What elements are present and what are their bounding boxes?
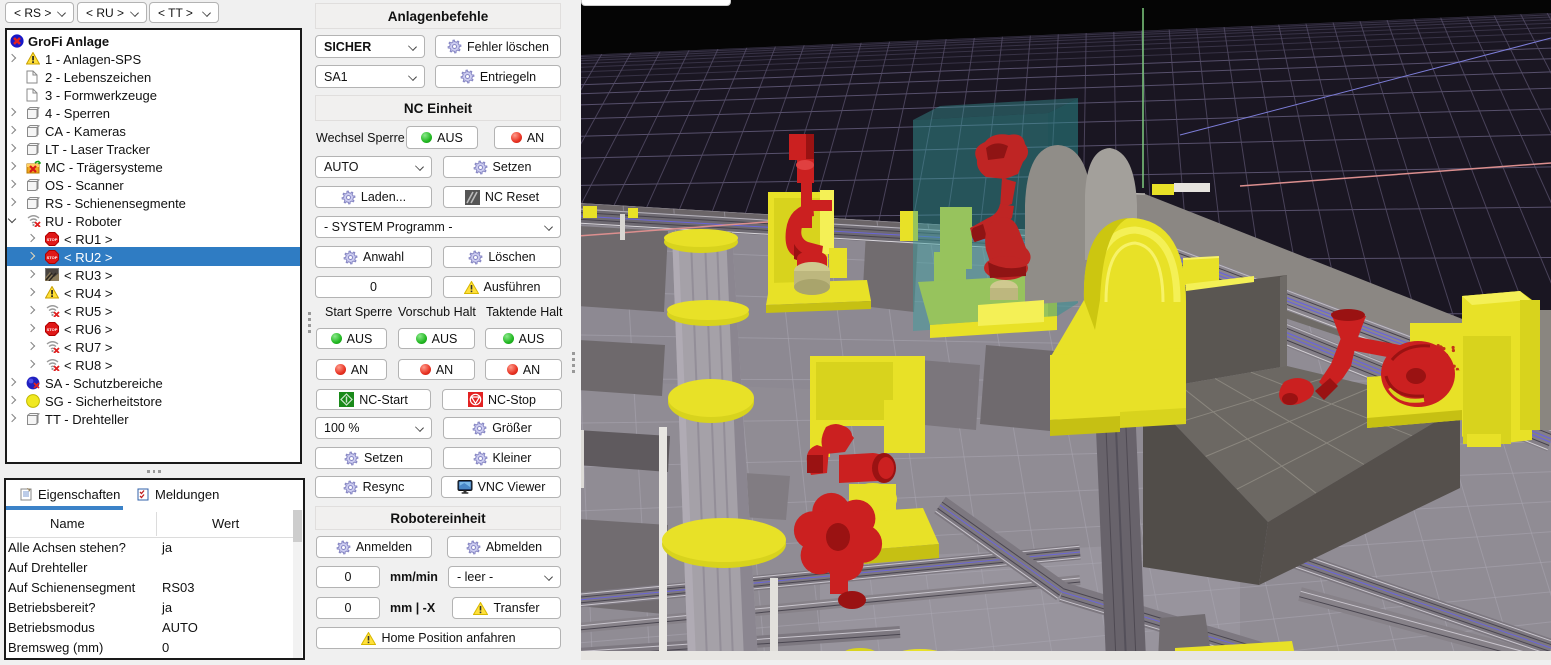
svg-text:STOP: STOP [47,237,58,242]
svg-text:STOP: STOP [47,327,58,332]
svg-text:STOP: STOP [47,255,58,260]
